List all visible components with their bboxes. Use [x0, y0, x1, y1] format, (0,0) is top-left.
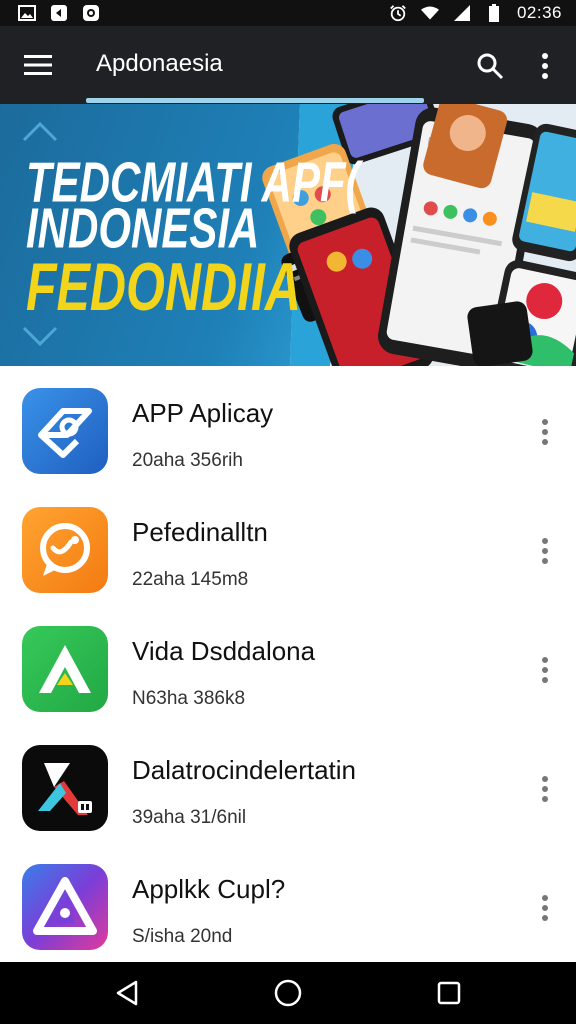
system-nav-bar: [0, 962, 576, 1024]
more-vert-icon: [542, 419, 548, 445]
alarm-icon: [389, 4, 407, 22]
list-item[interactable]: Vida Dsddalona N63ha 386k8: [0, 604, 576, 722]
wifi-icon: [420, 4, 439, 22]
more-vert-icon: [542, 895, 548, 921]
back-button[interactable]: [110, 976, 144, 1010]
app-title: Apdonaesia: [96, 50, 223, 77]
overflow-menu-button[interactable]: [528, 46, 562, 86]
app-meta: 20aha 356rih: [132, 450, 243, 471]
app-meta: N63ha 386k8: [132, 688, 246, 709]
signal-icon: [453, 4, 471, 22]
app-bar: Apdonaesia: [0, 26, 576, 104]
play-icon: [50, 4, 68, 22]
shield-icon: [82, 4, 100, 22]
app-meta: S/isha 20nd: [132, 926, 233, 947]
chevron-up-icon: [22, 121, 58, 142]
more-vert-icon: [542, 53, 548, 79]
item-more-button[interactable]: [532, 769, 558, 809]
status-bar: 02:36: [0, 0, 576, 26]
menu-button[interactable]: [18, 48, 58, 82]
chat-bubble-icon: [22, 507, 108, 593]
item-more-button[interactable]: [532, 412, 558, 452]
banner-headline-line3: FEDONDIIA: [26, 249, 301, 325]
list-item[interactable]: Applkk Cupl? S/isha 20nd: [0, 842, 576, 960]
more-vert-icon: [542, 538, 548, 564]
back-icon: [116, 980, 138, 1006]
list-item[interactable]: Pefedinalltn 22aha 145m8: [0, 485, 576, 603]
search-button[interactable]: [470, 46, 510, 86]
tab-indicator: [86, 98, 424, 103]
app-name: Dalatrocindelertatin: [132, 755, 357, 785]
recents-button[interactable]: [432, 976, 466, 1010]
list-item[interactable]: APP Aplicay 20aha 356rih: [0, 366, 576, 484]
menu-icon: [24, 55, 52, 75]
home-icon: [274, 979, 302, 1007]
more-vert-icon: [542, 776, 548, 802]
promo-banner[interactable]: TEDCMIATI APF( INDONESIA FEDONDIIA: [0, 104, 576, 366]
status-time: 02:36: [516, 3, 562, 22]
list-item[interactable]: Dalatrocindelertatin 39aha 31/6nil: [0, 723, 576, 841]
more-vert-icon: [542, 657, 548, 683]
app-meta: 22aha 145m8: [132, 569, 249, 590]
search-icon: [477, 53, 504, 80]
chevron-down-icon: [22, 326, 58, 347]
recents-icon: [437, 981, 461, 1005]
triangle-logo-icon: [22, 626, 108, 712]
gradient-a-icon: [22, 864, 108, 950]
item-more-button[interactable]: [532, 888, 558, 928]
app-name: APP Aplicay: [132, 398, 274, 428]
app-meta: 39aha 31/6nil: [132, 807, 247, 828]
app-name: Vida Dsddalona: [132, 636, 316, 666]
item-more-button[interactable]: [532, 650, 558, 690]
item-more-button[interactable]: [532, 531, 558, 571]
stylized-a-icon: [22, 745, 108, 831]
battery-icon: [485, 4, 503, 22]
app-logo-icon: [22, 388, 108, 474]
home-button[interactable]: [271, 976, 305, 1010]
app-name: Pefedinalltn: [132, 517, 268, 547]
image-icon: [18, 4, 36, 22]
app-name: Applkk Cupl?: [132, 874, 286, 904]
